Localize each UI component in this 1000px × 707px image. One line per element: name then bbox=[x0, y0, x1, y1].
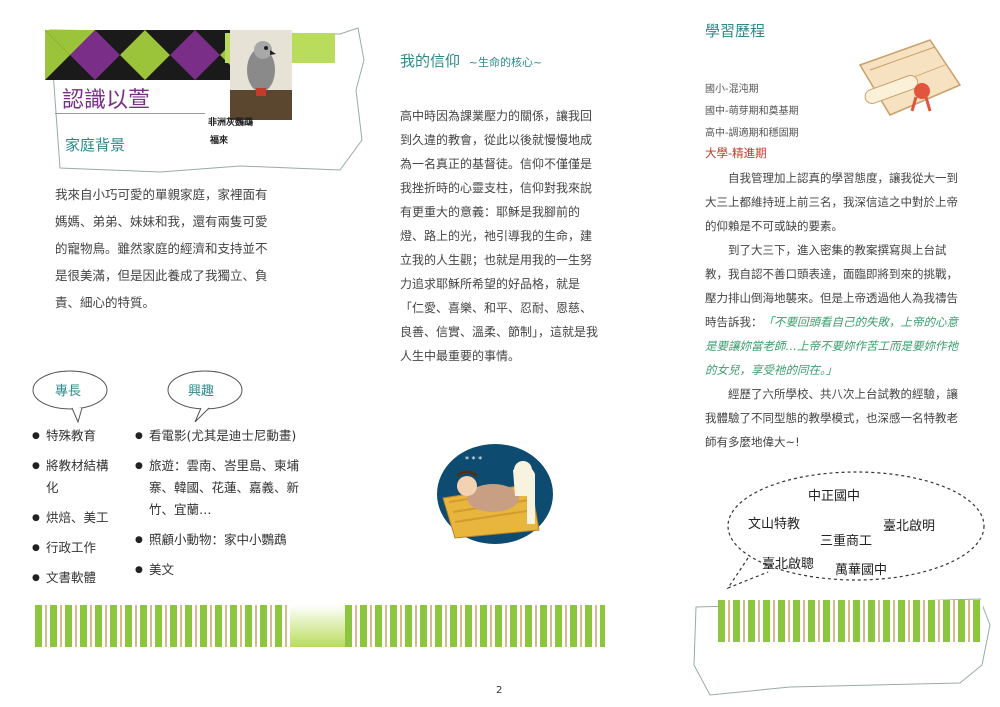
nativity-illustration: * * * bbox=[437, 444, 553, 544]
stripe-band-left bbox=[35, 605, 325, 647]
list-item: 特殊教育 bbox=[32, 425, 117, 447]
stage-college: 大學-精進期 bbox=[705, 146, 767, 160]
school-4: 三重商工 bbox=[820, 534, 873, 549]
learning-text: 自我管理加上認真的學習態度，讓我從大一到大三上都維持班上前三名，我深信這之中對於… bbox=[705, 166, 963, 454]
family-text: 我來自小巧可愛的單親家庭，家裡面有媽媽、弟弟、妹妹和我，還有兩隻可愛的寵物鳥。雖… bbox=[55, 187, 268, 310]
stripe-band-right bbox=[718, 600, 983, 642]
diploma-illustration bbox=[858, 39, 962, 116]
faith-heading: 我的信仰 ~生命的核心~ bbox=[400, 50, 542, 71]
interests-label: 興趣 bbox=[188, 384, 215, 399]
faith-text: 高中時因為課業壓力的關係，讓我回到久違的教會，從此以後就慢慢地成為一名真正的基督… bbox=[400, 109, 599, 363]
faith-heading-sub: ~生命的核心~ bbox=[468, 56, 543, 69]
page-title: 認識以萱 bbox=[62, 88, 151, 113]
school-5: 臺北啟聰 bbox=[762, 557, 815, 572]
list-item: 美文 bbox=[135, 559, 305, 581]
interests-list: 看電影(尤其是迪士尼動畫) 旅遊：雲南、峇里島、柬埔寨、韓國、花蓮、嘉義、新竹、… bbox=[135, 425, 305, 589]
list-item: 文書軟體 bbox=[32, 567, 117, 589]
stripe-band-middle bbox=[345, 605, 605, 647]
svg-text:* * *: * * * bbox=[465, 455, 482, 464]
para-2: 到了大三下，進入密集的教案撰寫與上台試教，我自認不善口頭表達，面臨即將到來的挑戰… bbox=[705, 238, 963, 382]
list-item: 行政工作 bbox=[32, 537, 117, 559]
list-item: 看電影(尤其是迪士尼動畫) bbox=[135, 425, 305, 447]
photo-caption-1: 非洲灰鸚鵡 bbox=[208, 118, 254, 128]
diamond-pattern-banner bbox=[45, 30, 245, 80]
page-number: 2 bbox=[496, 685, 503, 696]
list-item: 將教材結構化 bbox=[32, 455, 117, 499]
para-3: 經歷了六所學校、共八次上台試教的經驗，讓我體驗了不同型態的教學模式，也深感一名特… bbox=[705, 387, 958, 449]
school-1: 中正國中 bbox=[808, 489, 861, 504]
stripe-fade bbox=[290, 605, 345, 647]
parrot-photo bbox=[230, 30, 292, 120]
title-underline bbox=[55, 113, 205, 114]
stage-1: 國小-混沌期 bbox=[705, 84, 759, 95]
faith-heading-text: 我的信仰 bbox=[400, 52, 461, 70]
para-1: 自我管理加上認真的學習態度，讓我從大一到大三上都維持班上前三名，我深信這之中對於… bbox=[705, 171, 958, 233]
stage-2: 國中-萌芽期和奠基期 bbox=[705, 106, 799, 117]
photo-caption-2: 福來 bbox=[210, 136, 229, 146]
school-2: 文山特教 bbox=[748, 517, 801, 532]
learning-heading: 學習歷程 bbox=[705, 22, 766, 40]
list-item: 旅遊：雲南、峇里島、柬埔寨、韓國、花蓮、嘉義、新竹、宜蘭… bbox=[135, 455, 305, 521]
school-6: 萬華國中 bbox=[835, 563, 888, 578]
list-item: 照顧小動物：家中小鸚鵡 bbox=[135, 529, 305, 551]
list-item: 烘焙、美工 bbox=[32, 507, 117, 529]
school-3: 臺北啟明 bbox=[883, 519, 936, 534]
skills-label: 專長 bbox=[55, 384, 82, 399]
stage-3: 高中-調適期和穩固期 bbox=[705, 128, 799, 139]
skills-list: 特殊教育 將教材結構化 烘焙、美工 行政工作 文書軟體 bbox=[32, 425, 117, 597]
family-heading: 家庭背景 bbox=[65, 136, 126, 154]
